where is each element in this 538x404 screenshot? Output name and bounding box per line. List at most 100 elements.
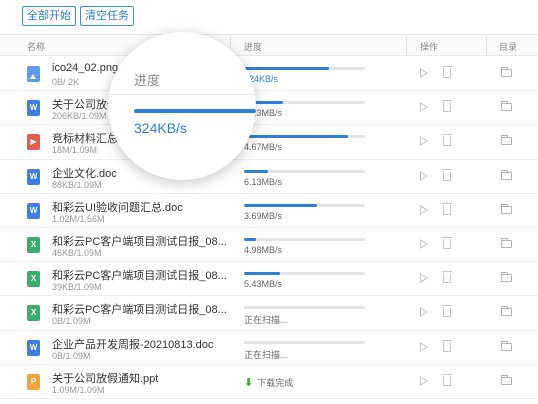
- file-size: 0B/1.09M: [52, 316, 91, 327]
- progress-fill: [244, 135, 349, 139]
- table-row[interactable]: W 企业产品开发周报-20210813.doc 0B/1.09M 正在扫描...: [0, 331, 538, 365]
- play-icon[interactable]: [420, 375, 428, 386]
- file-status: 5.43MB/s: [244, 279, 283, 290]
- delete-icon[interactable]: [442, 271, 452, 284]
- file-size: 46KB/1.09M: [52, 247, 102, 258]
- file-status: 正在扫描...: [244, 349, 288, 360]
- file-name[interactable]: 和彩云PC客户端项目测试日报_08...: [52, 267, 227, 283]
- download-complete: ⬇ 下载完成: [244, 376, 293, 389]
- word-file-icon: W: [27, 100, 40, 117]
- folder-icon[interactable]: [501, 203, 512, 214]
- file-name[interactable]: 企业产品开发周报-20210813.doc: [52, 336, 213, 352]
- delete-icon[interactable]: [442, 202, 452, 215]
- delete-icon[interactable]: [442, 305, 452, 318]
- file-size: 206KB/1.09M: [52, 111, 107, 122]
- table-row[interactable]: ▶ 竞标材料汇总.mp4 18M/1.09M 4.67MB/s: [0, 125, 538, 160]
- folder-icon[interactable]: [501, 306, 512, 317]
- table-header: 名称 进度 操作 目录: [0, 34, 538, 56]
- progress-bar: [244, 203, 365, 207]
- file-name[interactable]: 企业文化.doc: [52, 165, 117, 181]
- folder-icon[interactable]: [501, 374, 512, 385]
- table-row[interactable]: W 企业文化.doc 88KB/1.09M 6.13MB/s: [0, 160, 538, 194]
- progress-fill: [244, 169, 269, 173]
- folder-icon[interactable]: [501, 67, 512, 77]
- progress-bar: [244, 169, 365, 173]
- magnifier-label: 进度: [134, 73, 161, 88]
- excel-file-icon: X: [27, 305, 40, 322]
- file-size: 1.02M/1.56M: [52, 213, 105, 224]
- file-size: 18M/1.09M: [52, 145, 98, 156]
- file-status: 4.98MB/s: [244, 244, 283, 255]
- video-file-icon: ▶: [27, 134, 40, 151]
- delete-icon[interactable]: [442, 236, 452, 249]
- play-icon[interactable]: [420, 273, 428, 284]
- delete-icon[interactable]: [442, 339, 452, 352]
- word-file-icon: W: [27, 202, 40, 219]
- excel-file-icon: X: [27, 236, 40, 253]
- play-icon[interactable]: [420, 341, 428, 352]
- table-row[interactable]: ico24_02.png 0B/ 2K 324KB/s: [0, 57, 538, 92]
- magnifier-speed: 324KB/s: [134, 120, 187, 136]
- download-complete-icon: ⬇: [244, 376, 254, 389]
- folder-icon[interactable]: [501, 340, 512, 351]
- file-name[interactable]: 关于公司放假通知.ppt: [52, 370, 158, 386]
- file-name[interactable]: 和彩云PC客户端项目测试日报_08...: [52, 233, 227, 249]
- table-row[interactable]: P 关于公司放假通知.ppt 1.09M/1.09M ⬇ 下载完成: [0, 365, 538, 399]
- play-icon[interactable]: [420, 68, 428, 78]
- header-progress: 进度: [244, 42, 263, 52]
- column-divider[interactable]: [406, 34, 407, 56]
- delete-icon[interactable]: [442, 100, 452, 113]
- file-status: 3.69MB/s: [244, 210, 283, 221]
- progress-bar: [244, 67, 365, 70]
- folder-icon[interactable]: [501, 237, 512, 248]
- play-icon[interactable]: [420, 170, 428, 181]
- column-divider[interactable]: [486, 34, 487, 56]
- progress-fill: [244, 203, 317, 207]
- file-name[interactable]: ico24_02.png: [52, 62, 118, 74]
- delete-icon[interactable]: [442, 66, 452, 78]
- file-status: 下载完成: [257, 377, 294, 388]
- play-icon[interactable]: [420, 238, 428, 249]
- file-name[interactable]: 和彩云PC客户端项目测试日报_08...: [52, 301, 227, 317]
- progress-bar: [244, 306, 365, 310]
- file-name[interactable]: 和彩云UI验收问题汇总.doc: [52, 199, 183, 215]
- toolbar: 全部开始 清空任务: [22, 6, 134, 26]
- file-size: 88KB/1.09M: [52, 179, 102, 190]
- delete-icon[interactable]: [442, 168, 452, 181]
- progress-bar: [244, 135, 365, 139]
- clear-tasks-button[interactable]: 清空任务: [80, 6, 134, 26]
- progress-bar: [244, 340, 365, 344]
- file-list: ico24_02.png 0B/ 2K 324KB/sW关于公司放假通知.docx2…: [0, 57, 538, 399]
- word-file-icon: W: [27, 339, 40, 356]
- play-icon[interactable]: [420, 102, 428, 113]
- table-row[interactable]: W 和彩云UI验收问题汇总.doc 1.02M/1.56M 3.69MB/s: [0, 194, 538, 228]
- progress-bar: [244, 272, 365, 276]
- play-icon[interactable]: [420, 204, 428, 215]
- table-row[interactable]: X 和彩云PC客户端项目测试日报_08... 0B/1.09M 正在扫描...: [0, 296, 538, 331]
- play-icon[interactable]: [420, 307, 428, 318]
- file-size: 0B/1.09M: [52, 350, 91, 361]
- file-status: 6.13MB/s: [244, 176, 283, 187]
- folder-icon[interactable]: [501, 272, 512, 283]
- delete-icon[interactable]: [442, 373, 452, 386]
- play-icon[interactable]: [420, 136, 428, 147]
- delete-icon[interactable]: [442, 134, 452, 147]
- table-row[interactable]: X 和彩云PC客户端项目测试日报_08... 39KB/1.09M 5.43MB/s: [0, 262, 538, 297]
- progress-magnifier: 进度 324KB/s: [108, 32, 256, 180]
- folder-icon[interactable]: [501, 101, 512, 112]
- file-size: 1.09M/1.09M: [52, 384, 105, 395]
- magnifier-divider: [108, 94, 256, 95]
- progress-fill: [244, 67, 329, 70]
- header-actions: 操作: [420, 42, 439, 52]
- image-file-icon: [27, 66, 40, 82]
- table-row[interactable]: X 和彩云PC客户端项目测试日报_08... 46KB/1.09M 4.98MB/s: [0, 228, 538, 263]
- word-file-icon: W: [27, 168, 40, 185]
- ppt-file-icon: P: [27, 373, 40, 390]
- table-row[interactable]: W关于公司放假通知.docx206KB/1.09M5.23MB/s: [0, 91, 538, 126]
- progress-fill: [244, 272, 281, 276]
- start-all-button[interactable]: 全部开始: [22, 6, 76, 26]
- folder-icon[interactable]: [501, 169, 512, 180]
- folder-icon[interactable]: [501, 135, 512, 146]
- header-name: 名称: [27, 42, 46, 52]
- file-status: 正在扫描...: [244, 315, 288, 326]
